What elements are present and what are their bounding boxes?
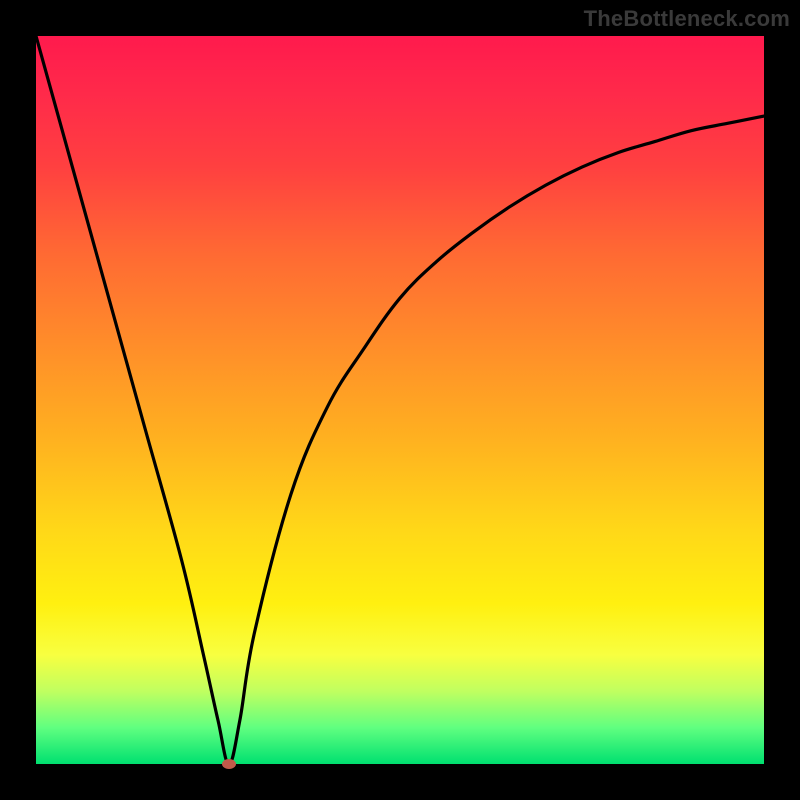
minimum-marker [222, 759, 236, 769]
bottleneck-curve [36, 36, 764, 764]
curve-layer [36, 36, 764, 764]
watermark-text: TheBottleneck.com [584, 6, 790, 32]
chart-frame: TheBottleneck.com [0, 0, 800, 800]
plot-area [36, 36, 764, 764]
